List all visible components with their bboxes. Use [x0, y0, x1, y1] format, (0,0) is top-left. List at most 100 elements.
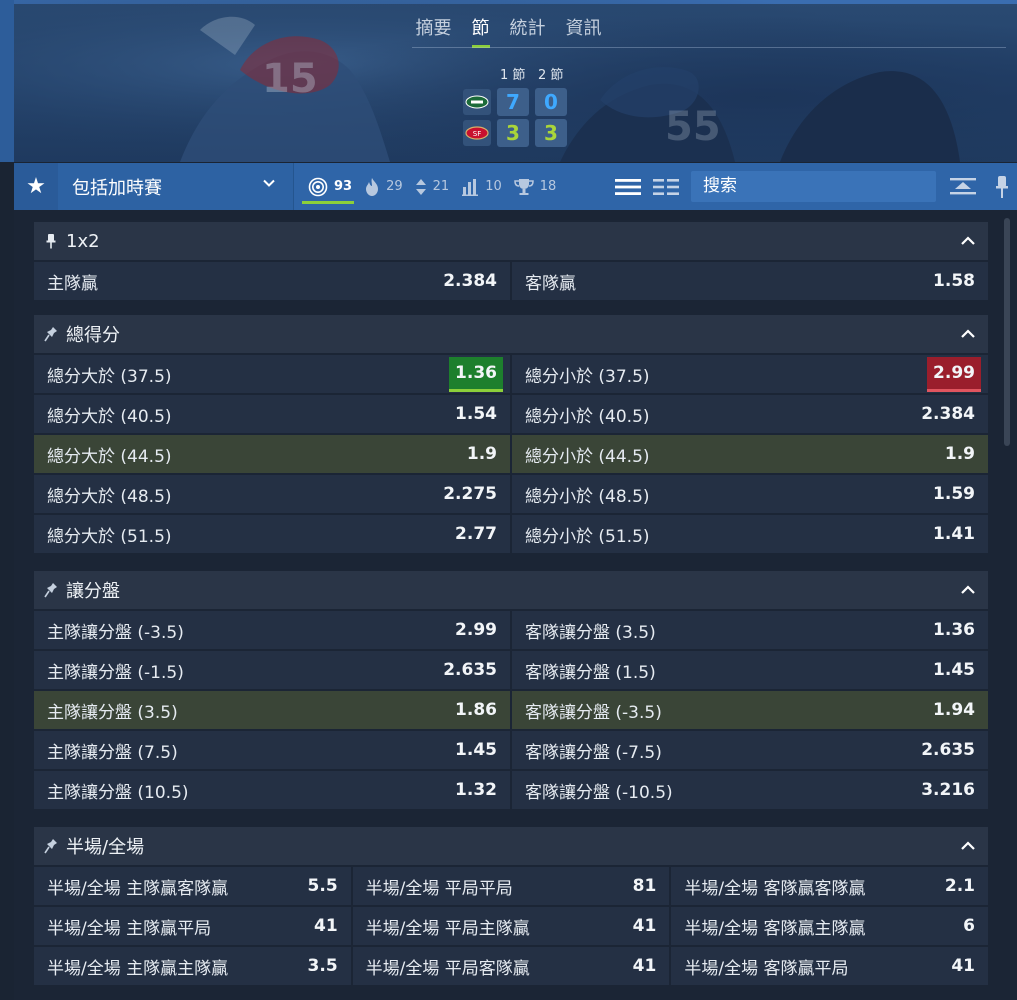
odds-cell[interactable]: 主隊讓分盤 (7.5) 1.45	[34, 731, 510, 769]
market-row: 總分大於 (37.5) 1.36 總分小於 (37.5) 2.99	[34, 355, 988, 393]
odds-cell[interactable]: 總分小於 (44.5) 1.9	[512, 435, 988, 473]
pin-icon[interactable]	[995, 175, 1009, 199]
tabs-divider	[412, 47, 1006, 48]
odds-cell[interactable]: 總分大於 (48.5) 2.275	[34, 475, 510, 513]
odds-cell[interactable]: 主隊讓分盤 (10.5) 1.32	[34, 771, 510, 809]
odds-cell[interactable]: 總分大於 (44.5) 1.9	[34, 435, 510, 473]
tab-summary[interactable]: 摘要	[406, 14, 462, 46]
odds-cell[interactable]: 半場/全場 主隊贏主隊贏 3.5	[34, 947, 351, 985]
list-view-icon[interactable]	[614, 177, 642, 197]
stat-popular[interactable]: 29	[364, 163, 403, 210]
market-row: 半場/全場 主隊贏客隊贏 5.5 半場/全場 平局平局 81 半場/全場 客隊贏客隊…	[34, 867, 989, 905]
collapse-all-icon[interactable]	[949, 177, 977, 197]
stat-popular-count: 29	[386, 179, 403, 194]
tab-stats[interactable]: 統計	[500, 14, 556, 46]
odds-cell[interactable]: 總分大於 (37.5) 1.36	[34, 355, 510, 393]
stat-specials[interactable]: 18	[513, 163, 556, 210]
overtime-select[interactable]: 包括加時賽	[58, 163, 294, 210]
odds-cell-away-win[interactable]: 客隊贏 1.58	[512, 262, 988, 300]
market-row: 半場/全場 主隊贏主隊贏 3.5 半場/全場 平局客隊贏 41 半場/全場 客隊贏平…	[34, 947, 989, 985]
odds-cell[interactable]: 客隊讓分盤 (-7.5) 2.635	[512, 731, 988, 769]
odds-cell[interactable]: 總分大於 (40.5) 1.54	[34, 395, 510, 433]
market-header[interactable]: 1x2	[34, 222, 988, 260]
odds-cell[interactable]: 總分小於 (48.5) 1.59	[512, 475, 988, 513]
odds-value: 81	[632, 876, 657, 896]
odds-cell[interactable]: 半場/全場 平局主隊贏 41	[352, 907, 670, 945]
chevron-up-icon[interactable]	[960, 233, 976, 249]
tab-info[interactable]: 資訊	[556, 14, 612, 46]
odds-value: 2.384	[921, 404, 975, 424]
odds-cell[interactable]: 總分小於 (40.5) 2.384	[512, 395, 988, 433]
odds-cell[interactable]: 主隊讓分盤 (-1.5) 2.635	[34, 651, 510, 689]
odds-cell[interactable]: 客隊讓分盤 (1.5) 1.45	[512, 651, 988, 689]
odds-label: 主隊讓分盤 (3.5)	[47, 702, 178, 723]
odds-cell[interactable]: 總分小於 (37.5) 2.99	[512, 355, 988, 393]
odds-value: 1.36	[933, 620, 975, 640]
odds-value: 5.5	[307, 876, 338, 896]
odds-label: 半場/全場 主隊贏主隊贏	[47, 958, 229, 979]
odds-cell[interactable]: 半場/全場 客隊贏主隊贏 6	[671, 907, 989, 945]
odds-value: 2.384	[443, 271, 497, 291]
odds-label: 總分小於 (44.5)	[525, 446, 650, 467]
odds-cell[interactable]: 主隊讓分盤 (-3.5) 2.99	[34, 611, 510, 649]
jets-logo-icon	[463, 89, 491, 115]
odds-cell[interactable]: 半場/全場 平局客隊贏 41	[352, 947, 670, 985]
odds-cell-home-win[interactable]: 主隊贏 2.384	[34, 262, 510, 300]
bar-chart-icon	[462, 178, 479, 196]
odds-cell[interactable]: 客隊讓分盤 (-3.5) 1.94	[512, 691, 988, 729]
market-row: 總分大於 (48.5) 2.275 總分小於 (48.5) 1.59	[34, 475, 988, 513]
chevron-up-icon[interactable]	[960, 582, 976, 598]
filter-bar: ★ 包括加時賽 93 29 21 10 18 搜索	[14, 163, 1017, 210]
search-input[interactable]: 搜索	[691, 171, 936, 202]
odds-cell[interactable]: 客隊讓分盤 (-10.5) 3.216	[512, 771, 988, 809]
odds-cell[interactable]: 總分小於 (51.5) 1.41	[512, 515, 988, 553]
odds-value: 1.9	[944, 444, 975, 464]
team-2-period-2-score: 3	[535, 119, 567, 147]
overtime-select-label: 包括加時賽	[72, 177, 162, 199]
flame-icon	[366, 177, 379, 196]
odds-cell[interactable]: 半場/全場 客隊贏客隊贏 2.1	[671, 867, 989, 905]
match-header: 15 55 摘要 節 統計 資訊 1 節 2 節 7 0 SF 3 3	[0, 0, 1017, 162]
odds-value: 41	[951, 956, 976, 976]
stat-totals[interactable]: 21	[415, 163, 450, 210]
odds-cell[interactable]: 半場/全場 客隊贏平局 41	[671, 947, 989, 985]
market-category-stats: 93 29 21 10 18	[294, 163, 568, 210]
column-view-icon[interactable]	[652, 177, 680, 197]
pin-outline-icon[interactable]	[44, 326, 58, 342]
market-halftime-fulltime: 半場/全場 半場/全場 主隊贏客隊贏 5.5 半場/全場 平局平局 81 半場/全場…	[34, 827, 989, 985]
period-2-label: 2 節	[538, 68, 564, 83]
odds-value: 3.5	[307, 956, 338, 976]
odds-label: 客隊讓分盤 (-3.5)	[525, 702, 662, 723]
pin-outline-icon[interactable]	[44, 838, 58, 854]
odds-cell[interactable]: 客隊讓分盤 (3.5) 1.36	[512, 611, 988, 649]
market-header[interactable]: 半場/全場	[34, 827, 988, 865]
odds-value: 1.94	[933, 700, 975, 720]
toolbar-right-icons	[949, 163, 1009, 210]
stat-handicap[interactable]: 10	[461, 163, 502, 210]
odds-label: 主隊讓分盤 (-3.5)	[47, 622, 184, 643]
odds-cell[interactable]: 主隊讓分盤 (3.5) 1.86	[34, 691, 510, 729]
market-row: 主隊讓分盤 (-1.5) 2.635 客隊讓分盤 (1.5) 1.45	[34, 651, 988, 689]
market-header[interactable]: 總得分	[34, 315, 988, 353]
odds-value: 1.54	[455, 404, 497, 424]
market-row: 總分大於 (40.5) 1.54 總分小於 (40.5) 2.384	[34, 395, 988, 433]
odds-cell[interactable]: 總分大於 (51.5) 2.77	[34, 515, 510, 553]
favorite-star-icon[interactable]: ★	[14, 163, 58, 210]
odds-cell[interactable]: 半場/全場 平局平局 81	[352, 867, 670, 905]
odds-label: 主隊讓分盤 (7.5)	[47, 742, 178, 763]
scrollbar-thumb[interactable]	[1004, 218, 1010, 446]
tab-periods[interactable]: 節	[462, 14, 500, 48]
odds-cell[interactable]: 半場/全場 主隊贏平局 41	[34, 907, 351, 945]
chevron-up-icon[interactable]	[960, 326, 976, 342]
market-header[interactable]: 讓分盤	[34, 571, 988, 609]
market-row: 主隊贏 2.384 客隊贏 1.58	[34, 262, 988, 300]
odds-label: 客隊讓分盤 (-10.5)	[525, 782, 673, 803]
odds-cell[interactable]: 半場/全場 主隊贏客隊贏 5.5	[34, 867, 351, 905]
pin-outline-icon[interactable]	[44, 582, 58, 598]
chevron-up-icon[interactable]	[960, 838, 976, 854]
odds-label: 總分小於 (40.5)	[525, 406, 650, 427]
stat-all-markets[interactable]: 93	[301, 163, 355, 210]
odds-value: 2.275	[443, 484, 497, 504]
stat-totals-count: 21	[432, 179, 450, 194]
pin-filled-icon[interactable]	[44, 233, 58, 249]
